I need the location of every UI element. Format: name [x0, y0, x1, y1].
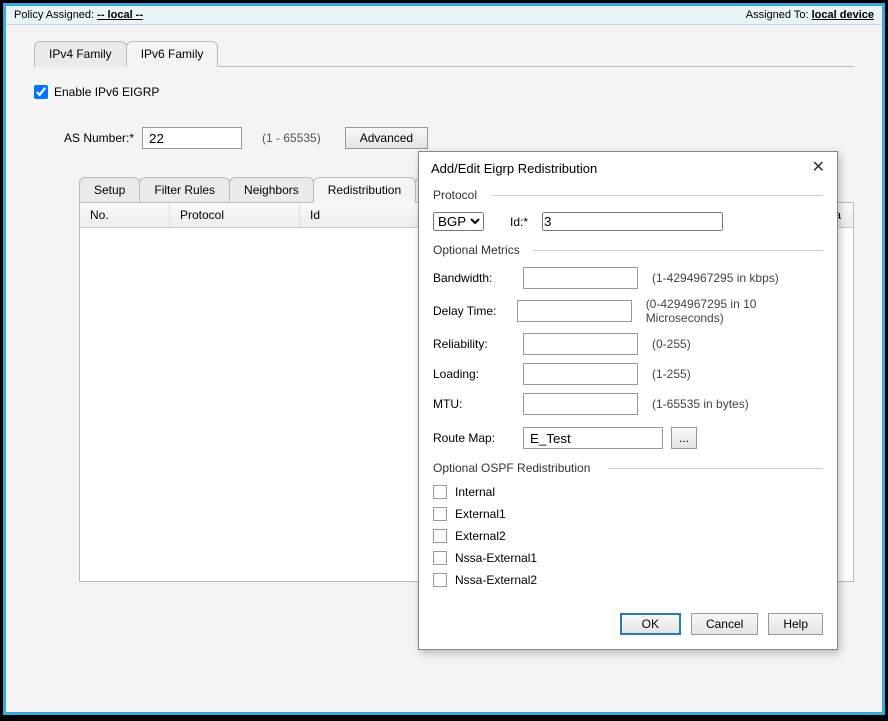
- ospf-nssa1-checkbox[interactable]: [433, 551, 447, 565]
- ok-button[interactable]: OK: [620, 613, 681, 635]
- mtu-input[interactable]: [523, 393, 638, 415]
- bandwidth-label: Bandwidth:: [433, 271, 515, 285]
- metrics-section-label: Optional Metrics: [433, 243, 823, 257]
- ospf-external1-label: External1: [455, 507, 506, 521]
- enable-ipv6-eigrp-label: Enable IPv6 EIGRP: [54, 85, 159, 99]
- protocol-select[interactable]: BGP: [433, 212, 484, 231]
- mtu-row: MTU: (1-65535 in bytes): [433, 393, 823, 415]
- tab-filter-rules[interactable]: Filter Rules: [139, 177, 230, 203]
- bandwidth-row: Bandwidth: (1-4294967295 in kbps): [433, 267, 823, 289]
- enable-ipv6-eigrp-checkbox[interactable]: [34, 85, 48, 99]
- assigned-to: Assigned To: local device: [746, 9, 874, 21]
- bandwidth-input[interactable]: [523, 267, 638, 289]
- dialog-titlebar: Add/Edit Eigrp Redistribution ✕: [419, 152, 837, 184]
- id-input[interactable]: [542, 212, 723, 231]
- delay-label: Delay Time:: [433, 304, 509, 318]
- tab-neighbors[interactable]: Neighbors: [229, 177, 314, 203]
- routemap-input[interactable]: [523, 427, 663, 449]
- close-icon[interactable]: ✕: [812, 160, 825, 176]
- ospf-external2-checkbox[interactable]: [433, 529, 447, 543]
- routemap-label: Route Map:: [433, 431, 515, 445]
- as-number-input[interactable]: [142, 127, 242, 149]
- col-id[interactable]: Id: [300, 203, 420, 227]
- ospf-nssa2-label: Nssa-External2: [455, 573, 537, 587]
- reliability-input[interactable]: [523, 333, 638, 355]
- delay-hint: (0-4294967295 in 10 Microseconds): [646, 297, 823, 325]
- topbar: Policy Assigned: -- local -- Assigned To…: [6, 6, 882, 25]
- col-no[interactable]: No.: [80, 203, 170, 227]
- ospf-external1-row: External1: [433, 507, 823, 521]
- reliability-label: Reliability:: [433, 337, 515, 351]
- col-protocol[interactable]: Protocol: [170, 203, 300, 227]
- protocol-row: BGP Id:*: [433, 212, 823, 231]
- loading-row: Loading: (1-255): [433, 363, 823, 385]
- cancel-button[interactable]: Cancel: [691, 613, 758, 635]
- policy-assigned: Policy Assigned: -- local --: [14, 9, 143, 21]
- loading-input[interactable]: [523, 363, 638, 385]
- ospf-internal-label: Internal: [455, 485, 495, 499]
- tab-redistribution[interactable]: Redistribution: [313, 177, 416, 203]
- routemap-browse-button[interactable]: ...: [671, 427, 697, 449]
- assigned-to-label: Assigned To:: [746, 9, 809, 21]
- tab-ipv6-family[interactable]: IPv6 Family: [126, 41, 219, 67]
- as-number-label: AS Number:*: [64, 131, 134, 145]
- id-label: Id:*: [510, 215, 528, 229]
- help-button[interactable]: Help: [768, 613, 823, 635]
- policy-assigned-link[interactable]: -- local --: [97, 9, 143, 21]
- delay-input[interactable]: [517, 300, 632, 322]
- as-number-row: AS Number:* (1 - 65535) Advanced: [64, 127, 854, 149]
- add-edit-eigrp-dialog: Add/Edit Eigrp Redistribution ✕ Protocol…: [418, 151, 838, 650]
- delay-row: Delay Time: (0-4294967295 in 10 Microsec…: [433, 297, 823, 325]
- enable-ipv6-eigrp-row: Enable IPv6 EIGRP: [34, 85, 854, 99]
- assigned-to-link[interactable]: local device: [812, 9, 874, 21]
- reliability-row: Reliability: (0-255): [433, 333, 823, 355]
- mtu-label: MTU:: [433, 397, 515, 411]
- ospf-nssa1-label: Nssa-External1: [455, 551, 537, 565]
- loading-label: Loading:: [433, 367, 515, 381]
- tab-setup[interactable]: Setup: [79, 177, 140, 203]
- loading-hint: (1-255): [652, 367, 691, 381]
- ospf-nssa2-row: Nssa-External2: [433, 573, 823, 587]
- dialog-title: Add/Edit Eigrp Redistribution: [431, 161, 597, 176]
- ospf-section-label: Optional OSPF Redistribution: [433, 461, 823, 475]
- ospf-internal-row: Internal: [433, 485, 823, 499]
- ospf-external2-label: External2: [455, 529, 506, 543]
- ospf-external1-checkbox[interactable]: [433, 507, 447, 521]
- protocol-section-label: Protocol: [433, 188, 823, 202]
- ospf-external2-row: External2: [433, 529, 823, 543]
- ospf-nssa1-row: Nssa-External1: [433, 551, 823, 565]
- bandwidth-hint: (1-4294967295 in kbps): [652, 271, 779, 285]
- dialog-buttons: OK Cancel Help: [433, 605, 823, 635]
- mtu-hint: (1-65535 in bytes): [652, 397, 749, 411]
- reliability-hint: (0-255): [652, 337, 691, 351]
- ospf-options: Internal External1 External2 Nssa-Extern…: [433, 485, 823, 587]
- tab-ipv4-family[interactable]: IPv4 Family: [34, 41, 127, 67]
- app-window: Policy Assigned: -- local -- Assigned To…: [3, 3, 885, 715]
- ospf-internal-checkbox[interactable]: [433, 485, 447, 499]
- dialog-body: Protocol BGP Id:* Optional Metrics Bandw…: [419, 184, 837, 649]
- as-number-range: (1 - 65535): [262, 131, 321, 145]
- policy-assigned-label: Policy Assigned:: [14, 9, 94, 21]
- advanced-button[interactable]: Advanced: [345, 127, 428, 149]
- routemap-row: Route Map: ...: [433, 427, 823, 449]
- ospf-nssa2-checkbox[interactable]: [433, 573, 447, 587]
- family-tabs: IPv4 Family IPv6 Family: [34, 41, 854, 67]
